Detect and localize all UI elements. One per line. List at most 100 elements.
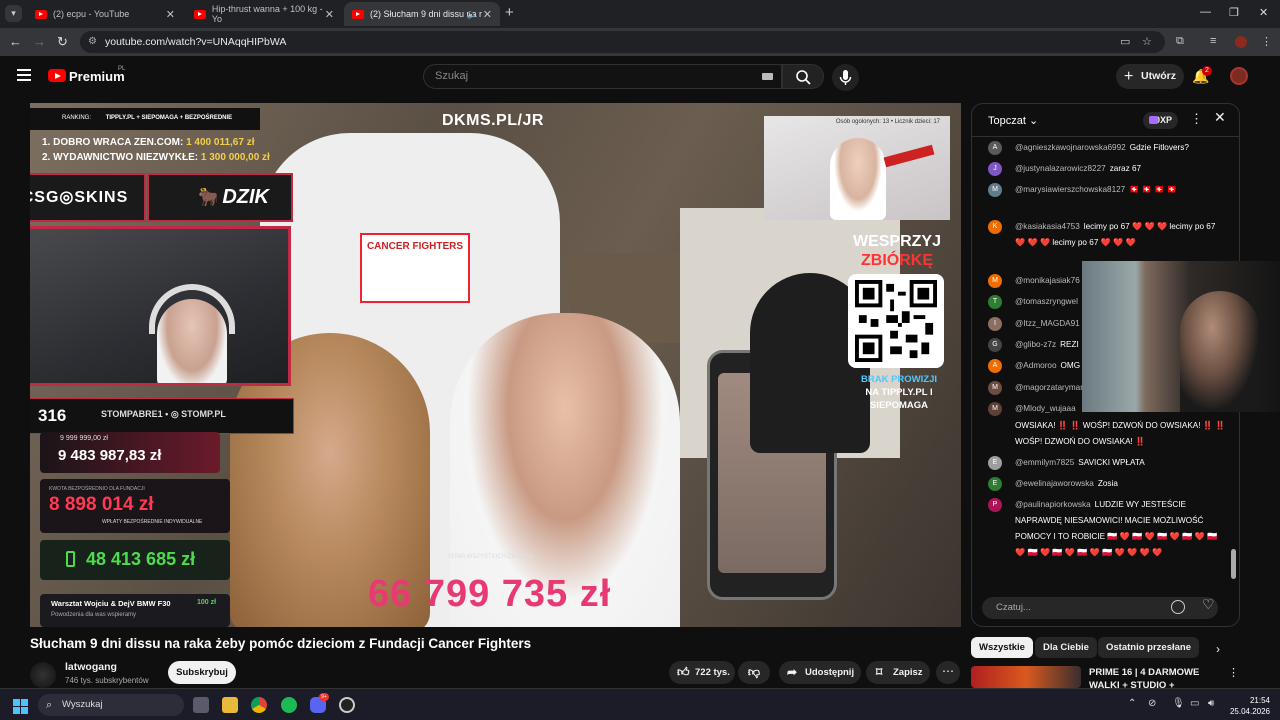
chip-all[interactable]: Wszystkie: [971, 637, 1033, 658]
reload-icon[interactable]: ↻: [57, 34, 68, 50]
chat-mode-dropdown[interactable]: Topczat ⌄: [988, 114, 1038, 127]
dzik-sponsor-logo: 🐂 DZIK: [147, 173, 293, 222]
bookmark-star-icon[interactable]: ☆: [1142, 35, 1152, 48]
tab-current-video[interactable]: (2) Słucham 9 dni dissu na r 🔈 ✕: [344, 2, 500, 26]
volume-icon[interactable]: 🔊︎: [1208, 698, 1214, 709]
subscribe-button[interactable]: Subskrybuj: [168, 661, 236, 684]
tab-close-icon[interactable]: ✕: [166, 8, 175, 21]
recommended-more-icon[interactable]: ⋮: [1228, 666, 1239, 679]
minimize-button[interactable]: —: [1200, 6, 1211, 18]
browser-menu-icon[interactable]: ⋮: [1261, 35, 1272, 48]
task-view-icon[interactable]: [193, 697, 209, 713]
chat-author[interactable]: @ewelinajaworowska: [1015, 479, 1094, 488]
save-button[interactable]: ⌑ Zapisz: [866, 661, 930, 684]
chip-recently-uploaded[interactable]: Ostatnio przesłane: [1098, 637, 1199, 658]
back-icon[interactable]: ←: [9, 34, 22, 49]
microphone-tray-icon[interactable]: 🎙︎: [1172, 698, 1185, 709]
chat-author[interactable]: @paulinapiorkowska: [1015, 500, 1091, 509]
more-actions-icon[interactable]: ⋯: [936, 661, 960, 684]
profile-avatar[interactable]: [1235, 36, 1247, 48]
chat-author[interactable]: @tomaszryngwel: [1015, 297, 1078, 306]
url-input[interactable]: ⚙ youtube.com/watch?v=UNAqqHIPbWA: [80, 31, 1165, 53]
url-text: youtube.com/watch?v=UNAqqHIPbWA: [105, 36, 287, 48]
chat-avatar[interactable]: E: [988, 456, 1002, 470]
chat-avatar[interactable]: A: [988, 359, 1002, 373]
dislike-button[interactable]: 👎︎: [738, 661, 770, 684]
keyboard-icon[interactable]: [762, 73, 773, 80]
chevron-right-icon[interactable]: ›: [1216, 642, 1220, 656]
youtube-logo-icon[interactable]: [48, 69, 66, 82]
chat-scrollbar[interactable]: [1231, 549, 1236, 579]
chat-more-icon[interactable]: ⋮: [1190, 111, 1203, 127]
forward-icon[interactable]: →: [33, 34, 46, 49]
chat-author[interactable]: @glibo-z7z: [1015, 340, 1056, 349]
tab-search-menu[interactable]: ▾: [5, 5, 22, 22]
channel-name[interactable]: latwogang: [65, 661, 117, 673]
chat-avatar[interactable]: M: [988, 183, 1002, 197]
chip-for-you[interactable]: Dla Ciebie: [1035, 637, 1097, 658]
chat-avatar[interactable]: M: [988, 402, 1002, 416]
chat-author[interactable]: @marysiawierszchowska8127: [1015, 185, 1125, 194]
site-info-icon[interactable]: ⚙: [88, 31, 97, 53]
chat-author[interactable]: @monikajasiak76: [1015, 276, 1080, 285]
like-button[interactable]: 👍︎ 722 tys.: [669, 661, 735, 684]
chat-avatar[interactable]: G: [988, 338, 1002, 352]
display-icon[interactable]: ▭: [1190, 698, 1199, 709]
create-button[interactable]: + Utwórz: [1116, 64, 1184, 89]
chat-avatar[interactable]: A: [988, 141, 1002, 155]
account-avatar[interactable]: [1230, 67, 1248, 85]
tab-ecpu[interactable]: (2) ecpu - YouTube ✕: [27, 2, 183, 26]
xp-badge[interactable]: 0XP: [1143, 112, 1178, 129]
video-player[interactable]: CANCER FIGHTERS DKMS.PL/JR RANKING: TIPP…: [30, 103, 961, 627]
search-input[interactable]: Szukaj: [423, 64, 782, 89]
chat-header: Topczat ⌄ 0XP ⋮ ✕: [972, 104, 1239, 137]
chevron-up-icon[interactable]: ⌃: [1128, 698, 1136, 709]
windows-start-icon[interactable]: [13, 699, 28, 714]
chat-author[interactable]: @emmilym7825: [1015, 458, 1074, 467]
new-tab-button[interactable]: +: [505, 4, 514, 21]
youtube-premium-wordmark[interactable]: Premium: [69, 69, 125, 84]
chat-avatar[interactable]: T: [988, 295, 1002, 309]
chat-author[interactable]: @magorzatarymar: [1015, 383, 1083, 392]
tray-app-icon[interactable]: ⊘: [1148, 698, 1156, 709]
restore-button[interactable]: ❐: [1229, 6, 1239, 19]
extensions-icon[interactable]: ⧉: [1176, 35, 1184, 48]
share-button[interactable]: ➦ Udostępnij: [779, 661, 861, 684]
chat-author[interactable]: @Mlody_wujaaa: [1015, 404, 1076, 413]
tab-hip-thrust[interactable]: Hip-thrust wanna + 100 kg - Yo ✕: [186, 2, 342, 26]
channel-avatar[interactable]: [30, 662, 56, 688]
chat-author[interactable]: @justynalazarowicz8227: [1015, 164, 1106, 173]
close-window-button[interactable]: ✕: [1259, 6, 1268, 19]
tab-close-icon[interactable]: ✕: [325, 8, 334, 21]
emoji-icon[interactable]: [1171, 600, 1185, 614]
chat-avatar[interactable]: I: [988, 317, 1002, 331]
speaker-icon[interactable]: 🔈: [467, 9, 478, 20]
recommended-video-thumbnail[interactable]: [971, 666, 1081, 688]
voice-search-button[interactable]: [832, 64, 859, 91]
chrome-icon[interactable]: [251, 697, 267, 713]
media-control-icon[interactable]: ≡: [1210, 35, 1216, 47]
system-clock[interactable]: 21:54 25.04.2026: [1222, 695, 1270, 717]
like-count: 722 tys.: [695, 667, 730, 678]
heart-icon[interactable]: ♡: [1202, 596, 1215, 613]
tab-close-icon[interactable]: ✕: [483, 8, 492, 21]
search-button[interactable]: [782, 64, 824, 89]
spotify-icon[interactable]: [281, 697, 297, 713]
chat-author[interactable]: @agnieszkawojnarowska6992: [1015, 143, 1126, 152]
cast-icon[interactable]: ▭: [1120, 35, 1130, 48]
chat-author[interactable]: @Itzz_MAGDA91: [1015, 319, 1080, 328]
chat-close-icon[interactable]: ✕: [1214, 109, 1226, 126]
file-explorer-icon[interactable]: [222, 697, 238, 713]
discord-badge: 9+: [319, 693, 329, 701]
chat-avatar[interactable]: K: [988, 220, 1002, 234]
chat-author[interactable]: @Admoroo: [1015, 361, 1057, 370]
hamburger-menu-icon[interactable]: [17, 69, 31, 81]
chat-avatar[interactable]: J: [988, 162, 1002, 176]
chat-avatar[interactable]: P: [988, 498, 1002, 512]
chat-avatar[interactable]: M: [988, 381, 1002, 395]
chat-avatar[interactable]: M: [988, 274, 1002, 288]
chat-author[interactable]: @kasiakasia4753: [1015, 222, 1080, 231]
taskbar-search[interactable]: ⌕ Wyszukaj: [38, 694, 184, 716]
chat-avatar[interactable]: E: [988, 477, 1002, 491]
app-icon[interactable]: [339, 697, 355, 713]
